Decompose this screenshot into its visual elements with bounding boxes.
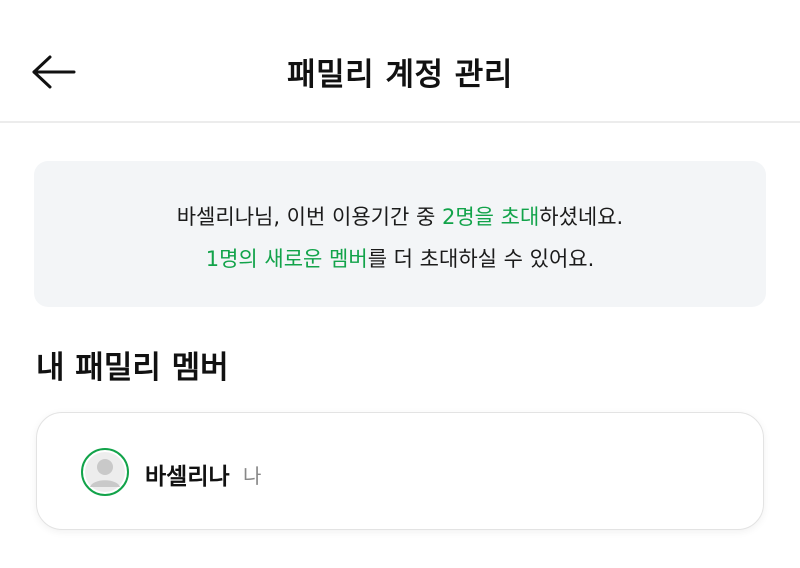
notice-line-2-suffix: 를 더 초대하실 수 있어요. xyxy=(367,247,595,271)
header-bar: 패밀리 계정 관리 xyxy=(0,0,800,123)
notice-line-1-highlight: 2명을 초대 xyxy=(441,205,540,229)
notice-line-1-suffix: 하셨네요. xyxy=(539,205,624,229)
user-avatar-icon xyxy=(81,448,129,496)
members-section-title: 내 패밀리 멤버 xyxy=(36,350,229,386)
page-title: 패밀리 계정 관리 xyxy=(287,57,513,93)
notice-line-2-highlight: 1명의 새로운 멤버 xyxy=(205,247,368,271)
notice-line-1: 바셀리나님, 이번 이용기간 중 2명을 초대하셨네요. xyxy=(34,201,766,231)
notice-line-2: 1명의 새로운 멤버를 더 초대하실 수 있어요. xyxy=(34,243,766,273)
invite-notice-box: 바셀리나님, 이번 이용기간 중 2명을 초대하셨네요. 1명의 새로운 멤버를… xyxy=(34,161,766,307)
notice-line-1-prefix: 바셀리나님, 이번 이용기간 중 xyxy=(176,205,442,229)
member-self-tag: 나 xyxy=(243,464,262,488)
member-card[interactable]: 바셀리나 나 xyxy=(36,412,764,530)
member-name: 바셀리나 xyxy=(145,464,230,490)
